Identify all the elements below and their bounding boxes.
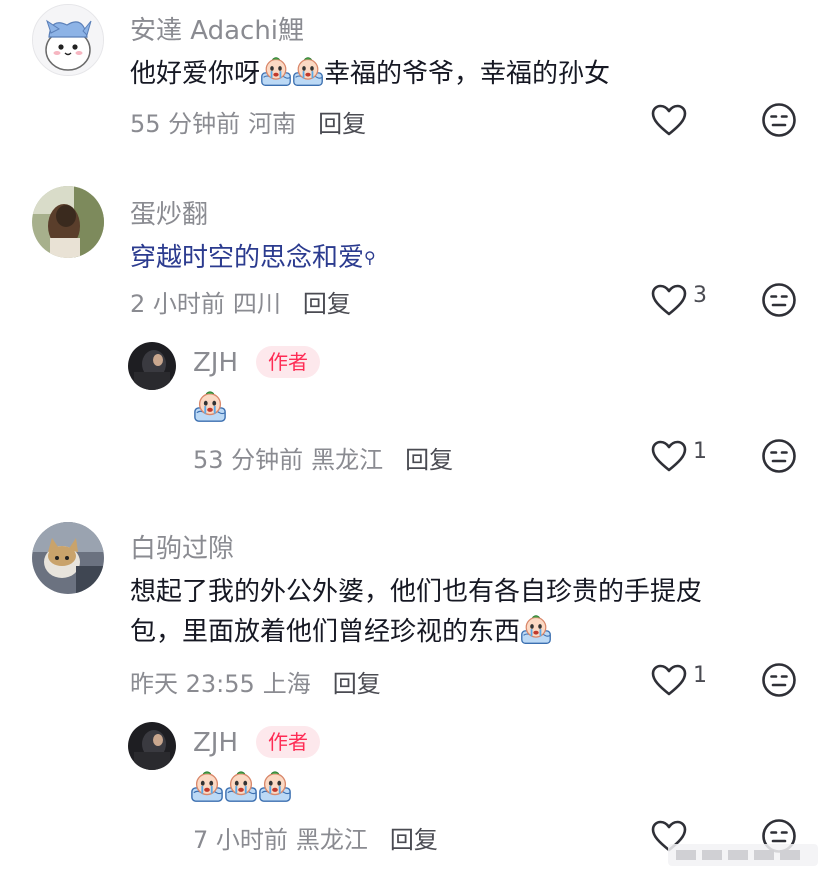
timestamp: 2 小时前 bbox=[130, 290, 225, 318]
reply-button[interactable]: 回复 bbox=[390, 826, 438, 854]
chiikawa-avatar-icon bbox=[33, 5, 103, 75]
crying-baby-emoji bbox=[258, 770, 292, 804]
dislike-button[interactable] bbox=[761, 282, 797, 322]
avatar[interactable] bbox=[32, 522, 104, 594]
like-button[interactable] bbox=[651, 104, 687, 136]
heart-outline-icon bbox=[651, 440, 687, 472]
search-icon: ⚲ bbox=[364, 248, 376, 267]
timestamp: 7 小时前 bbox=[193, 826, 288, 854]
reply-text bbox=[193, 390, 227, 430]
user-photo-avatar-icon bbox=[32, 186, 104, 258]
location: 黑龙江 bbox=[311, 446, 384, 474]
user-photo-avatar-icon bbox=[128, 342, 176, 390]
username[interactable]: ZJH bbox=[193, 728, 238, 758]
dislike-button[interactable] bbox=[761, 438, 797, 478]
heart-outline-icon bbox=[651, 104, 687, 136]
heart-outline-icon bbox=[651, 284, 687, 316]
author-badge: 作者 bbox=[256, 726, 320, 758]
comment-text[interactable]: 穿越时空的思念和爱⚲ bbox=[130, 238, 376, 278]
timestamp: 55 分钟前 bbox=[130, 110, 241, 138]
username[interactable]: ZJH bbox=[193, 348, 238, 378]
location: 河南 bbox=[248, 110, 297, 138]
timestamp: 53 分钟前 bbox=[193, 446, 304, 474]
dislike-button[interactable] bbox=[761, 662, 797, 702]
watermark-icon bbox=[668, 844, 818, 866]
username[interactable]: 白驹过隙 bbox=[130, 528, 234, 565]
neutral-face-icon bbox=[761, 438, 797, 474]
author-badge: 作者 bbox=[256, 346, 320, 378]
like-button[interactable]: 1 bbox=[651, 438, 707, 472]
dislike-button[interactable] bbox=[761, 102, 797, 142]
comment-text: 想起了我的外公外婆，他们也有各自珍贵的手提皮 包，里面放着他们曾经珍视的东西 bbox=[130, 577, 703, 647]
like-count: 3 bbox=[693, 282, 707, 308]
username[interactable]: 安達 Adachi鯉 bbox=[130, 10, 304, 47]
location: 上海 bbox=[262, 670, 311, 698]
like-count: 1 bbox=[693, 662, 707, 688]
neutral-face-icon bbox=[761, 282, 797, 318]
crying-baby-emoji bbox=[224, 770, 258, 804]
username[interactable]: 蛋炒翻 bbox=[130, 194, 208, 231]
reply-button[interactable]: 回复 bbox=[318, 110, 366, 138]
avatar[interactable] bbox=[32, 186, 104, 258]
comment-meta: 2 小时前 四川 回复 bbox=[130, 284, 359, 319]
crying-baby-emoji bbox=[190, 770, 224, 804]
crying-baby-emoji bbox=[292, 56, 324, 88]
reply-text bbox=[190, 770, 292, 810]
like-button[interactable]: 1 bbox=[651, 662, 707, 696]
cat-photo-avatar-icon bbox=[32, 522, 104, 594]
neutral-face-icon bbox=[761, 662, 797, 698]
user-photo-avatar-icon bbox=[128, 722, 176, 770]
neutral-face-icon bbox=[761, 102, 797, 138]
heart-outline-icon bbox=[651, 664, 687, 696]
comment-meta: 7 小时前 黑龙江 回复 bbox=[193, 820, 446, 855]
location: 四川 bbox=[232, 290, 281, 318]
like-button[interactable]: 3 bbox=[651, 282, 707, 316]
comment-meta: 55 分钟前 河南 回复 bbox=[130, 104, 374, 139]
comment-meta: 昨天 23:55 上海 回复 bbox=[130, 664, 389, 699]
avatar[interactable] bbox=[128, 342, 176, 390]
avatar[interactable] bbox=[32, 4, 104, 76]
timestamp: 昨天 23:55 bbox=[130, 670, 255, 698]
reply-button[interactable]: 回复 bbox=[405, 446, 453, 474]
like-count: 1 bbox=[693, 438, 707, 464]
crying-baby-emoji bbox=[193, 390, 227, 424]
comment-meta: 53 分钟前 黑龙江 回复 bbox=[193, 440, 461, 475]
comment-text: 他好爱你呀 幸福的爷爷，幸福的孙女 bbox=[130, 54, 610, 94]
reply-button[interactable]: 回复 bbox=[303, 290, 351, 318]
reply-button[interactable]: 回复 bbox=[333, 670, 381, 698]
avatar[interactable] bbox=[128, 722, 176, 770]
crying-baby-emoji bbox=[260, 56, 292, 88]
location: 黑龙江 bbox=[295, 826, 368, 854]
crying-baby-emoji bbox=[520, 614, 552, 646]
